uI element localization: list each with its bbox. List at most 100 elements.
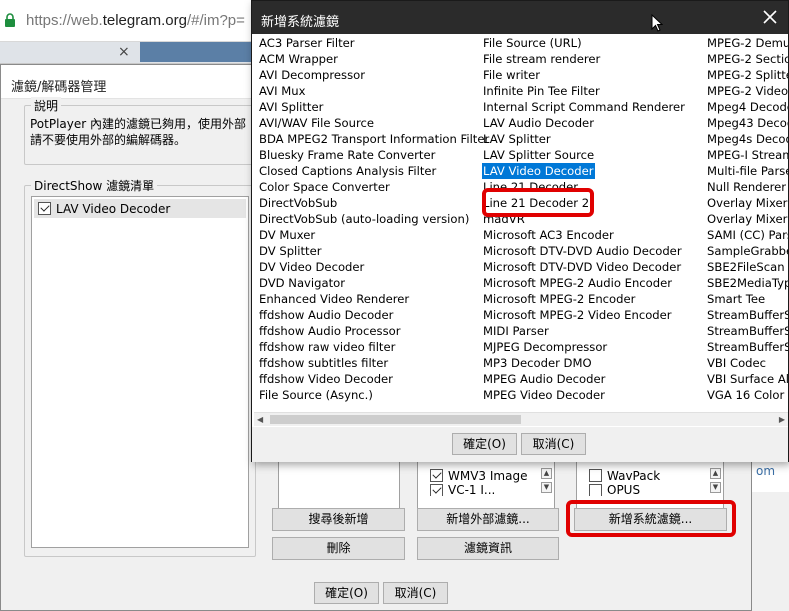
- filter-list-item[interactable]: Internal Script Command Renderer: [482, 100, 686, 114]
- filter-list-item[interactable]: Microsoft DTV-DVD Audio Decoder: [482, 244, 683, 258]
- filter-list-item[interactable]: MPEG-2 Splitte: [706, 68, 788, 82]
- list-item[interactable]: WMV3 Image: [426, 466, 527, 485]
- filter-list-item[interactable]: SBE2MediaTyp: [706, 276, 788, 290]
- scroll-down-icon[interactable]: ▼: [541, 482, 552, 493]
- system-filter-list[interactable]: AC3 Parser Filter ACM Wrapper AVI Decompre…: [254, 34, 788, 411]
- scroll-left-icon[interactable]: ◀: [257, 415, 263, 424]
- filter-list-item[interactable]: AVI Decompressor: [258, 68, 366, 82]
- filter-list-item[interactable]: Mpeg43 Decod: [706, 116, 788, 130]
- ok-button[interactable]: 確定(O): [314, 582, 379, 604]
- filter-list-item[interactable]: Line 21 Decoder: [482, 180, 579, 194]
- filter-list-item[interactable]: MPEG-2 Video: [706, 84, 788, 98]
- filter-list-item[interactable]: Mpeg4s Decod: [706, 132, 788, 146]
- list-item[interactable]: WavPack: [585, 466, 660, 485]
- filter-list-item[interactable]: SampleGrabbe: [706, 244, 788, 258]
- filter-list-item[interactable]: DV Muxer: [258, 228, 316, 242]
- filter-list-item[interactable]: LAV Splitter: [482, 132, 552, 146]
- filter-list-item[interactable]: File Source (Async.): [258, 388, 374, 402]
- filter-list-item[interactable]: Microsoft DTV-DVD Video Decoder: [482, 260, 682, 274]
- close-icon[interactable]: [760, 7, 780, 27]
- filter-list-item[interactable]: AVI/WAV File Source: [258, 116, 375, 130]
- filter-list-item[interactable]: madVR: [482, 212, 526, 226]
- filter-list-item[interactable]: MIDI Parser: [482, 324, 550, 338]
- scroll-up-icon[interactable]: ▲: [541, 468, 552, 479]
- filter-list-item[interactable]: MP3 Decoder DMO: [482, 356, 593, 370]
- add-system-filter-button[interactable]: 新增系統濾鏡...: [574, 508, 727, 531]
- filter-list-item[interactable]: ffdshow Audio Processor: [258, 324, 401, 338]
- directshow-filter-list[interactable]: LAV Video Decoder: [31, 196, 249, 548]
- filter-list-item[interactable]: ACM Wrapper: [258, 52, 339, 66]
- filter-list-item[interactable]: File Source (URL): [482, 36, 583, 50]
- filter-list-item[interactable]: Mpeg4 Decode: [706, 100, 788, 114]
- filter-list-item[interactable]: SAMI (CC) Pars: [706, 228, 788, 242]
- filter-list-item[interactable]: ffdshow raw video filter: [258, 340, 396, 354]
- filter-list-item[interactable]: DV Video Decoder: [258, 260, 365, 274]
- filter-list-item[interactable]: MJPEG Decompressor: [482, 340, 608, 354]
- filter-list-item[interactable]: Closed Captions Analysis Filter: [258, 164, 437, 178]
- filter-list-item[interactable]: Color Space Converter: [258, 180, 391, 194]
- filter-list-item[interactable]: MPEG-2 Sectio: [706, 52, 788, 66]
- filter-list-item[interactable]: Smart Tee: [706, 292, 766, 306]
- filter-list-item[interactable]: DirectVobSub (auto-loading version): [258, 212, 470, 226]
- filter-list-item[interactable]: Bluesky Frame Rate Converter: [258, 148, 436, 162]
- filter-list-item[interactable]: DVD Navigator: [258, 276, 346, 290]
- browser-tab[interactable]: [140, 42, 260, 62]
- filter-list-item[interactable]: DirectVobSub: [258, 196, 338, 210]
- filter-list-item[interactable]: LAV Audio Decoder: [482, 116, 595, 130]
- filter-list-item[interactable]: LAV Video Decoder: [482, 163, 595, 179]
- filter-list-item[interactable]: Microsoft AC3 Encoder: [482, 228, 615, 242]
- filter-list-item[interactable]: Null Renderer: [706, 180, 787, 194]
- filter-list-item[interactable]: MPEG Video Decoder: [482, 388, 606, 402]
- filter-list-item[interactable]: Microsoft MPEG-2 Video Encoder: [482, 308, 673, 322]
- ok-button[interactable]: 確定(O): [452, 433, 517, 455]
- filter-list-item[interactable]: MPEG-2 Demu: [706, 36, 788, 50]
- scroll-right-icon[interactable]: ▶: [779, 415, 785, 424]
- scroll-down-icon[interactable]: ▼: [710, 482, 721, 493]
- filter-list-item[interactable]: BDA MPEG2 Transport Information Filter: [258, 132, 490, 146]
- horizontal-scrollbar[interactable]: ◀ ▶: [254, 412, 788, 426]
- filter-info-button[interactable]: 濾鏡資訊: [417, 537, 559, 560]
- checkbox[interactable]: [38, 202, 51, 215]
- filter-list-item[interactable]: ffdshow Audio Decoder: [258, 308, 394, 322]
- filter-list-item[interactable]: Microsoft MPEG-2 Audio Encoder: [482, 276, 673, 290]
- cancel-button[interactable]: 取消(C): [383, 582, 448, 604]
- list-item[interactable]: LAV Video Decoder: [34, 199, 246, 218]
- filter-list-item[interactable]: VBI Codec: [706, 356, 767, 370]
- filter-list-item[interactable]: AC3 Parser Filter: [258, 36, 356, 50]
- filter-list-item[interactable]: Microsoft MPEG-2 Encoder: [482, 292, 636, 306]
- filter-list-item[interactable]: StreamBufferSi: [706, 324, 788, 338]
- list-item[interactable]: OPUS: [585, 484, 640, 496]
- filter-list-item[interactable]: File stream renderer: [482, 52, 601, 66]
- filter-list-item[interactable]: VBI Surface All: [706, 372, 788, 386]
- filter-list-item[interactable]: SBE2FileScan: [706, 260, 786, 274]
- filter-list-item[interactable]: StreamBufferSi: [706, 308, 788, 322]
- search-add-button[interactable]: 搜尋後新增: [272, 508, 405, 531]
- filter-list-item[interactable]: Line 21 Decoder 2: [482, 196, 590, 210]
- add-external-filter-button[interactable]: 新增外部濾鏡...: [417, 508, 559, 531]
- filter-list-item[interactable]: DV Splitter: [258, 244, 323, 258]
- filter-list-item[interactable]: Overlay Mixer: [706, 196, 788, 210]
- filter-list-item[interactable]: Enhanced Video Renderer: [258, 292, 410, 306]
- scroll-up-icon[interactable]: ▲: [710, 468, 721, 479]
- filter-list-item[interactable]: Overlay Mixer2: [706, 212, 788, 226]
- filter-list-item[interactable]: Multi-file Parse: [706, 164, 788, 178]
- filter-list-item[interactable]: LAV Splitter Source: [482, 148, 595, 162]
- filter-list-item[interactable]: MPEG-I Stream: [706, 148, 788, 162]
- filter-list-item[interactable]: ffdshow subtitles filter: [258, 356, 389, 370]
- filter-list-item[interactable]: ffdshow Video Decoder: [258, 372, 394, 386]
- checkbox[interactable]: [589, 484, 602, 496]
- checkbox[interactable]: [589, 469, 602, 482]
- filter-list-item[interactable]: VGA 16 Color D: [706, 388, 788, 402]
- scrollbar-thumb[interactable]: [270, 415, 521, 424]
- cancel-button[interactable]: 取消(C): [521, 433, 586, 455]
- filter-list-item[interactable]: File writer: [482, 68, 541, 82]
- tab-close-icon[interactable]: ×: [118, 44, 130, 60]
- filter-list-item[interactable]: MPEG Audio Decoder: [482, 372, 606, 386]
- delete-button[interactable]: 刪除: [272, 537, 405, 560]
- list-item[interactable]: VC-1 I...: [426, 484, 495, 496]
- filter-list-item[interactable]: AVI Mux: [258, 84, 306, 98]
- filter-list-item[interactable]: Infinite Pin Tee Filter: [482, 84, 601, 98]
- filter-list-item[interactable]: StreamBufferSo: [706, 340, 788, 354]
- url-text[interactable]: https://web.telegram.org/#/im?p=: [26, 12, 245, 29]
- filter-list-item[interactable]: AVI Splitter: [258, 100, 324, 114]
